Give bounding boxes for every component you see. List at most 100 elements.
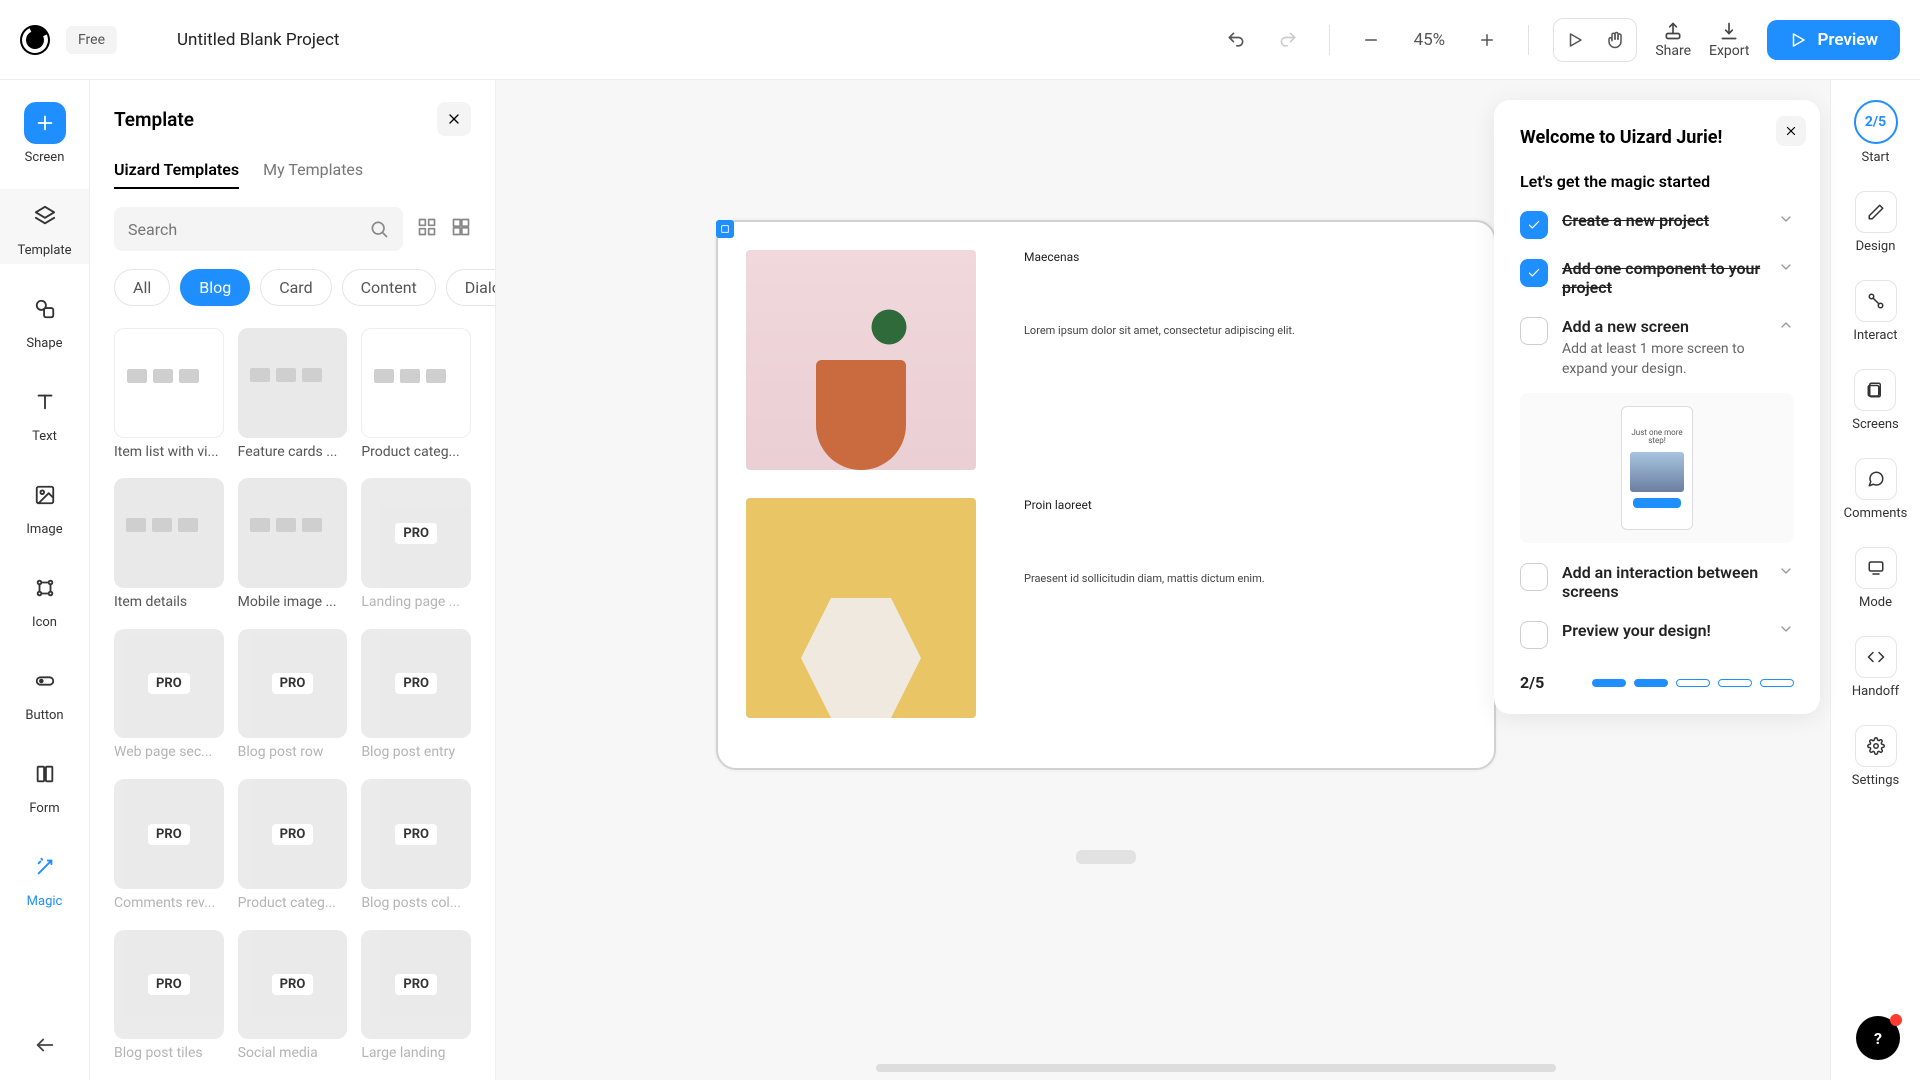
chip-card[interactable]: Card [260,269,331,306]
task-add-interaction[interactable]: Add an interaction between screens [1520,563,1794,601]
zoom-out-button[interactable] [1354,23,1388,57]
tab-uizard-templates[interactable]: Uizard Templates [114,160,239,189]
nav-label: Template [17,243,71,258]
content-heading[interactable]: Proin laoreet [1024,498,1466,512]
nav-label: Image [26,522,62,537]
help-fab[interactable]: ? [1856,1016,1900,1060]
chip-all[interactable]: All [114,269,170,306]
template-label: Product categ... [238,895,348,911]
artboard-frame[interactable]: Maecenas Lorem ipsum dolor sit amet, con… [716,220,1496,770]
nav-form[interactable]: Form [0,747,89,822]
layers-icon [24,195,66,237]
nav-back-button[interactable] [34,1034,56,1060]
magic-icon [24,846,66,888]
task-preview-image: Just one more step! [1520,393,1794,543]
content-image[interactable] [746,250,976,470]
content-row[interactable]: Proin laoreet Praesent id sollicitudin d… [746,498,1466,718]
template-card[interactable]: PROLarge landing [361,930,471,1066]
search-row [90,189,495,261]
rail-label: Settings [1852,773,1899,788]
rail-settings[interactable]: Settings [1852,725,1899,788]
nav-image[interactable]: Image [0,468,89,543]
task-add-screen[interactable]: Add a new screen Add at least 1 more scr… [1520,317,1794,379]
zoom-label[interactable]: 45% [1406,30,1452,50]
close-panel-button[interactable] [437,102,471,136]
template-card[interactable]: PROSocial media [238,930,348,1066]
nav-label: Screen [25,150,65,165]
template-card[interactable]: PROProduct categ... [238,779,348,915]
task-preview-design[interactable]: Preview your design! [1520,621,1794,649]
project-title[interactable]: Untitled Blank Project [177,30,339,50]
nav-screen[interactable]: Screen [0,96,89,171]
nav-text[interactable]: Text [0,375,89,450]
search-box[interactable] [114,207,403,251]
content-image[interactable] [746,498,976,718]
template-card[interactable]: Item details [114,478,224,614]
template-card[interactable]: PROComments rev... [114,779,224,915]
chip-content[interactable]: Content [342,269,436,306]
task-create-project[interactable]: Create a new project [1520,211,1794,239]
nav-magic[interactable]: Magic [0,840,89,915]
artboard[interactable]: Maecenas Lorem ipsum dolor sit amet, con… [746,250,1466,740]
template-card[interactable]: Item list with vi... [114,328,224,464]
template-label: Blog post entry [361,744,471,760]
rail-mode[interactable]: Mode [1855,547,1897,610]
checkbox-empty-icon [1520,563,1548,591]
play-cursor-button[interactable] [1558,23,1592,57]
template-thumb: PRO [361,629,471,739]
content-heading[interactable]: Maecenas [1024,250,1466,264]
nav-shape[interactable]: Shape [0,282,89,357]
large-grid-view-button[interactable] [451,217,471,241]
chip-dialog[interactable]: Dialo [446,269,495,306]
template-grid[interactable]: Item list with vi...Feature cards ...Pro… [90,314,495,1080]
content-paragraph[interactable]: Lorem ipsum dolor sit amet, consectetur … [1024,324,1466,337]
rail-label: Mode [1859,595,1892,610]
template-card[interactable]: PROLanding page ... [361,478,471,614]
rail-comments[interactable]: Comments [1844,458,1908,521]
template-card[interactable]: PROBlog posts col... [361,779,471,915]
pro-badge: PRO [395,974,437,995]
canvas-scrollbar[interactable] [876,1064,1556,1072]
grid-view-button[interactable] [417,217,437,241]
rail-design[interactable]: Design [1855,191,1897,254]
template-card[interactable]: Feature cards ... [238,328,348,464]
export-button[interactable]: Export [1709,21,1749,59]
onboarding-close-button[interactable] [1776,116,1806,146]
tab-my-templates[interactable]: My Templates [263,160,363,189]
nav-template[interactable]: Template [0,189,89,264]
checkbox-done-icon [1520,211,1548,239]
content-row[interactable]: Maecenas Lorem ipsum dolor sit amet, con… [746,250,1466,470]
zoom-in-button[interactable] [1470,23,1504,57]
template-card[interactable]: PROBlog post tiles [114,930,224,1066]
template-thumb: PRO [361,478,471,588]
nav-button[interactable]: Button [0,654,89,729]
undo-button[interactable] [1219,23,1253,57]
share-button[interactable]: Share [1655,21,1691,59]
plan-badge[interactable]: Free [66,26,117,54]
preview-button[interactable]: Preview [1767,20,1900,60]
text-icon [24,381,66,423]
template-card[interactable]: Product categ... [361,328,471,464]
template-card[interactable]: PRO Blog post entry [361,629,471,765]
chip-blog[interactable]: Blog [180,269,250,306]
redo-button[interactable] [1271,23,1305,57]
search-input[interactable] [128,220,369,239]
onboarding-counter: 2/5 [1520,673,1544,692]
nav-label: Icon [32,615,57,630]
template-thumb: PRO [114,629,224,739]
rail-screens[interactable]: Screens [1852,369,1898,432]
logo-icon[interactable] [20,25,50,55]
onboarding-step-badge[interactable]: 2/5 [1854,100,1898,144]
form-icon [24,753,66,795]
nav-icon[interactable]: Icon [0,561,89,636]
rail-interact[interactable]: Interact [1853,280,1897,343]
rail-handoff[interactable]: Handoff [1852,636,1899,699]
task-add-component[interactable]: Add one component to your project [1520,259,1794,297]
template-card[interactable]: Mobile image ... [238,478,348,614]
hand-tool-button[interactable] [1598,23,1632,57]
chevron-down-icon [1778,563,1794,583]
template-card[interactable]: PROWeb page sec... [114,629,224,765]
rail-label: Interact [1853,328,1897,343]
content-paragraph[interactable]: Praesent id sollicitudin diam, mattis di… [1024,572,1466,585]
template-card[interactable]: PROBlog post row [238,629,348,765]
